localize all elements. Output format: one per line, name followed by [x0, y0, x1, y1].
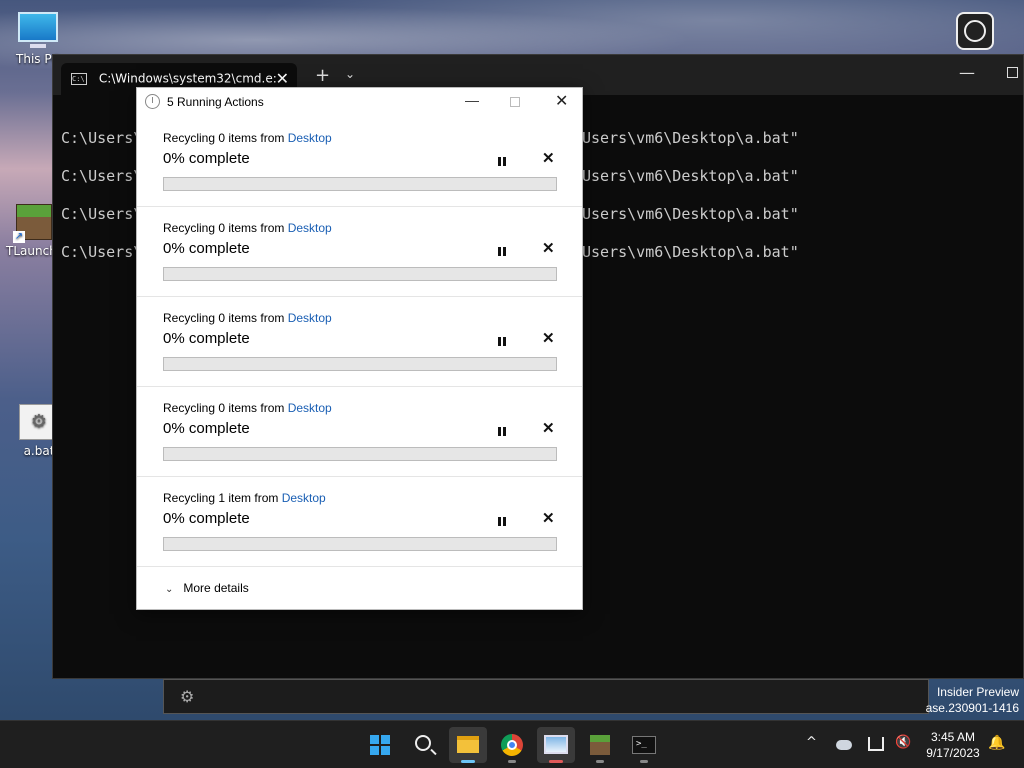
cmd-icon: C:\ [71, 72, 87, 85]
action-item: Recycling 1 item from Desktop 0% complet… [137, 477, 582, 567]
action-status: 0% complete [163, 150, 250, 167]
tab-close-button[interactable]: ✕ [276, 69, 289, 88]
monitor-icon [18, 12, 58, 42]
progress-bar [163, 267, 557, 281]
dialog-titlebar[interactable]: 5 Running Actions — ✕ [137, 88, 582, 116]
pause-button[interactable] [496, 515, 508, 527]
terminal-line: Users\vm6\Desktop\a.bat" [582, 167, 799, 185]
progress-bar [163, 357, 557, 371]
taskbar-file-explorer[interactable] [449, 727, 487, 763]
chrome-icon [501, 734, 523, 756]
new-tab-button[interactable]: + [315, 65, 330, 86]
running-actions-dialog[interactable]: 5 Running Actions — ✕ Recycling 0 items … [136, 87, 583, 610]
folder-icon [457, 736, 479, 753]
progress-bar [163, 447, 557, 461]
action-item: Recycling 0 items from Desktop 0% comple… [137, 387, 582, 477]
taskbar-terminal[interactable]: >_ [625, 727, 663, 763]
cancel-button[interactable]: ✕ [542, 239, 555, 257]
pause-button[interactable] [496, 425, 508, 437]
terminal-line: Users\vm6\Desktop\a.bat" [582, 129, 799, 147]
action-status: 0% complete [163, 510, 250, 527]
location-link[interactable]: Desktop [288, 401, 332, 415]
dialog-close-button[interactable]: ✕ [555, 91, 568, 111]
accessibility-icon[interactable] [956, 12, 994, 50]
action-description: Recycling 0 items from Desktop [163, 311, 332, 325]
progress-bar [163, 537, 557, 551]
terminal-output-right: Users\vm6\Desktop\a.bat" Users\vm6\Deskt… [582, 119, 799, 271]
notification-bell-icon[interactable]: 🔔 [988, 735, 1005, 751]
location-link[interactable]: Desktop [288, 221, 332, 235]
tab-title: C:\Windows\system32\cmd.e: [98, 71, 277, 86]
tray-chevron-up-icon[interactable]: ^ [806, 735, 817, 768]
action-item: Recycling 0 items from Desktop 0% comple… [137, 117, 582, 207]
pause-button[interactable] [496, 335, 508, 347]
dialog-minimize-button[interactable]: — [465, 92, 479, 108]
tab-dropdown-button[interactable]: ⌄ [345, 67, 355, 81]
location-link[interactable]: Desktop [282, 491, 326, 505]
action-description: Recycling 0 items from Desktop [163, 401, 332, 415]
taskbar: >_ ^ 🔇 3:45 AM 9/17/2023 🔔 [0, 720, 1024, 768]
action-item: Recycling 0 items from Desktop 0% comple… [137, 207, 582, 297]
action-item: Recycling 0 items from Desktop 0% comple… [137, 297, 582, 387]
taskbar-minecraft[interactable] [581, 727, 619, 763]
minecraft-icon [590, 735, 610, 755]
dialog-title: 5 Running Actions [167, 95, 264, 109]
terminal-line: Users\vm6\Desktop\a.bat" [582, 243, 799, 261]
start-button[interactable] [361, 727, 399, 763]
cancel-button[interactable]: ✕ [542, 509, 555, 527]
chevron-down-icon: ⌄ [165, 584, 174, 595]
pause-button[interactable] [496, 155, 508, 167]
action-status: 0% complete [163, 330, 250, 347]
terminal-line: Users\vm6\Desktop\a.bat" [582, 205, 799, 223]
network-icon[interactable] [868, 737, 884, 751]
search-button[interactable] [405, 727, 443, 763]
pause-button[interactable] [496, 245, 508, 257]
action-description: Recycling 1 item from Desktop [163, 491, 326, 505]
more-details-toggle[interactable]: ⌄ More details [165, 581, 249, 595]
location-link[interactable]: Desktop [288, 131, 332, 145]
taskbar-clock[interactable]: 3:45 AM 9/17/2023 [920, 729, 986, 761]
search-icon [415, 735, 431, 751]
onedrive-icon[interactable] [836, 740, 852, 750]
clock-icon [145, 94, 160, 109]
terminal-icon: >_ [632, 736, 656, 754]
progress-bar [163, 177, 557, 191]
taskbar-chrome[interactable] [493, 727, 531, 763]
cancel-button[interactable]: ✕ [542, 149, 555, 167]
windows-watermark: Insider Preview ase.230901-1416 [925, 685, 1019, 715]
terminal-maximize-button[interactable] [1007, 67, 1018, 78]
cancel-button[interactable]: ✕ [542, 419, 555, 437]
taskbar-photos[interactable] [537, 727, 575, 763]
action-status: 0% complete [163, 420, 250, 437]
action-status: 0% complete [163, 240, 250, 257]
gear-icon[interactable]: ⚙ [180, 687, 194, 706]
terminal-output-left: C:\Users\ C:\Users\ C:\Users\ C:\Users\ [61, 119, 142, 271]
action-description: Recycling 0 items from Desktop [163, 221, 332, 235]
photos-icon [544, 735, 568, 754]
location-link[interactable]: Desktop [288, 311, 332, 325]
command-bar[interactable]: ⚙ [163, 679, 929, 714]
dialog-maximize-button [510, 97, 520, 107]
terminal-minimize-button[interactable]: — [959, 63, 975, 82]
terminal-line: C:\Users\ [61, 243, 143, 261]
windows-icon [370, 735, 390, 755]
shortcut-arrow-icon: ↗ [13, 231, 25, 243]
terminal-line: C:\Users\ [61, 167, 143, 185]
terminal-line: C:\Users\ [61, 129, 143, 147]
volume-muted-icon[interactable]: 🔇 [895, 735, 911, 768]
action-description: Recycling 0 items from Desktop [163, 131, 332, 145]
minecraft-icon: ↗ [13, 204, 52, 243]
cancel-button[interactable]: ✕ [542, 329, 555, 347]
terminal-line: C:\Users\ [61, 205, 143, 223]
